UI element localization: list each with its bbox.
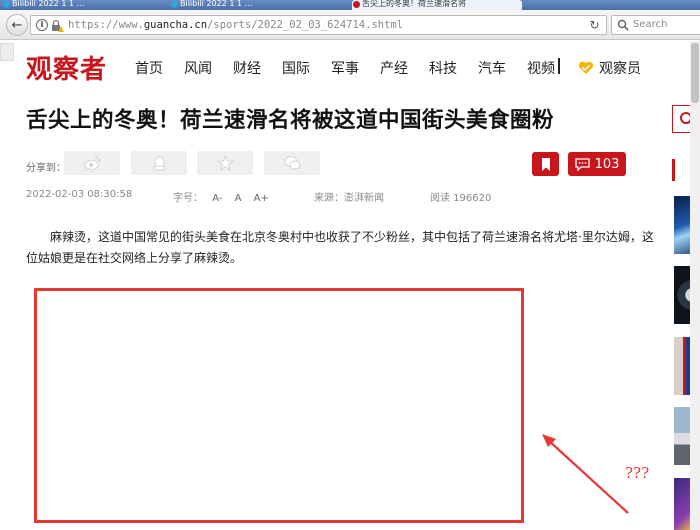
tab-favicon-icon bbox=[353, 1, 360, 8]
share-wechat-button[interactable] bbox=[264, 151, 320, 175]
member-label: 观察员 bbox=[599, 61, 641, 77]
qq-icon bbox=[152, 156, 166, 171]
nav-item-video[interactable]: 视频 bbox=[527, 58, 555, 78]
share-qq-button[interactable] bbox=[131, 151, 187, 175]
tab-label: 舌尖上的冬奥！荷兰速滑名将 bbox=[362, 0, 466, 8]
search-icon bbox=[617, 19, 629, 31]
annotation-question-text: ??? bbox=[625, 464, 650, 482]
search-bar[interactable]: Search bbox=[611, 15, 700, 35]
browser-tab-strip: Bilibili 2022 1 1 ... Bilibili 2022 1 1 … bbox=[0, 0, 700, 10]
wechat-icon bbox=[284, 156, 300, 170]
sidebar-toggle[interactable] bbox=[0, 43, 14, 61]
tab-favicon-icon bbox=[3, 1, 10, 8]
article-paragraph: 麻辣烫，这道中国常见的街头美食在北京冬奥村中也收获了不少粉丝，其中包括了荷兰速滑… bbox=[26, 230, 654, 265]
nav-item-auto[interactable]: 汽车 bbox=[478, 58, 506, 78]
share-weibo-button[interactable] bbox=[64, 151, 120, 175]
browser-tab-active[interactable]: 舌尖上的冬奥！荷兰速滑名将 bbox=[352, 0, 522, 10]
browser-tab[interactable]: Bilibili 2022 1 1 ... bbox=[2, 0, 114, 10]
tab-label: Bilibili 2022 1 1 ... bbox=[180, 0, 253, 8]
back-button[interactable]: ← bbox=[6, 14, 28, 36]
address-bar[interactable]: i https://www.guancha.cn/sports/2022_02_… bbox=[30, 15, 607, 35]
nav-item-finance[interactable]: 财经 bbox=[233, 58, 261, 78]
sidebar-title-accent bbox=[672, 159, 675, 181]
nav-item-international[interactable]: 国际 bbox=[282, 58, 310, 78]
nav-item-fengwen[interactable]: 风闻 bbox=[184, 58, 212, 78]
main-nav: 首页 风闻 财经 国际 军事 产经 科技 汽车 视频 bbox=[135, 58, 576, 78]
font-size-control: 字号： A- A A+ bbox=[173, 189, 269, 204]
site-logo[interactable]: 观察者 bbox=[26, 49, 107, 86]
comment-icon bbox=[574, 157, 590, 171]
nav-item-tech[interactable]: 科技 bbox=[429, 58, 457, 78]
browser-toolbar: ← i https://www.guancha.cn/sports/2022_0… bbox=[0, 10, 700, 40]
missing-image-highlight-box bbox=[34, 288, 524, 523]
article-title: 舌尖上的冬奥！荷兰速滑名将被这道中国街头美食圈粉 bbox=[26, 108, 555, 133]
nav-item-industry[interactable]: 产经 bbox=[380, 58, 408, 78]
web-page: 观察者 首页 风闻 财经 国际 军事 产经 科技 汽车 视频 观察员 舌尖上的冬… bbox=[0, 41, 700, 530]
share-qzone-button[interactable] bbox=[197, 151, 253, 175]
font-size-label: 字号： bbox=[173, 193, 203, 204]
bookmark-button[interactable] bbox=[532, 152, 559, 176]
article-source: 来源：澎湃新闻 bbox=[314, 193, 384, 204]
font-larger-button[interactable]: A+ bbox=[254, 193, 269, 204]
tab-label: Bilibili 2022 1 1 ... bbox=[12, 0, 85, 8]
publish-date: 2022-02-03 08:30:58 bbox=[26, 189, 133, 200]
back-arrow-icon: ← bbox=[11, 17, 23, 33]
bookmark-icon bbox=[541, 157, 550, 171]
comment-button[interactable]: 103 bbox=[568, 152, 626, 176]
tab-favicon-icon bbox=[171, 1, 178, 8]
browser-tab[interactable]: Bilibili 2022 1 1 ... bbox=[170, 0, 282, 10]
member-link[interactable]: 观察员 bbox=[578, 58, 641, 78]
star-icon bbox=[216, 155, 234, 171]
font-normal-button[interactable]: A bbox=[235, 193, 242, 204]
nav-item-military[interactable]: 军事 bbox=[331, 58, 359, 78]
weibo-icon bbox=[84, 156, 100, 170]
site-info-icon[interactable]: i bbox=[36, 19, 48, 31]
read-count: 阅读 196620 bbox=[430, 193, 492, 204]
page-scrollbar[interactable] bbox=[690, 41, 700, 530]
reload-icon[interactable]: ↻ bbox=[587, 18, 602, 33]
nav-divider bbox=[558, 58, 560, 74]
url-text[interactable]: https://www.guancha.cn/sports/2022_02_03… bbox=[68, 18, 403, 33]
comment-count: 103 bbox=[594, 156, 620, 172]
nav-item-home[interactable]: 首页 bbox=[135, 58, 163, 78]
search-input[interactable]: Search bbox=[633, 19, 667, 30]
lock-warning-icon[interactable] bbox=[51, 19, 64, 32]
annotation-arrow-icon bbox=[542, 434, 629, 514]
font-smaller-button[interactable]: A- bbox=[212, 193, 222, 204]
member-badge-icon bbox=[578, 61, 594, 74]
share-label: 分享到： bbox=[26, 163, 66, 174]
